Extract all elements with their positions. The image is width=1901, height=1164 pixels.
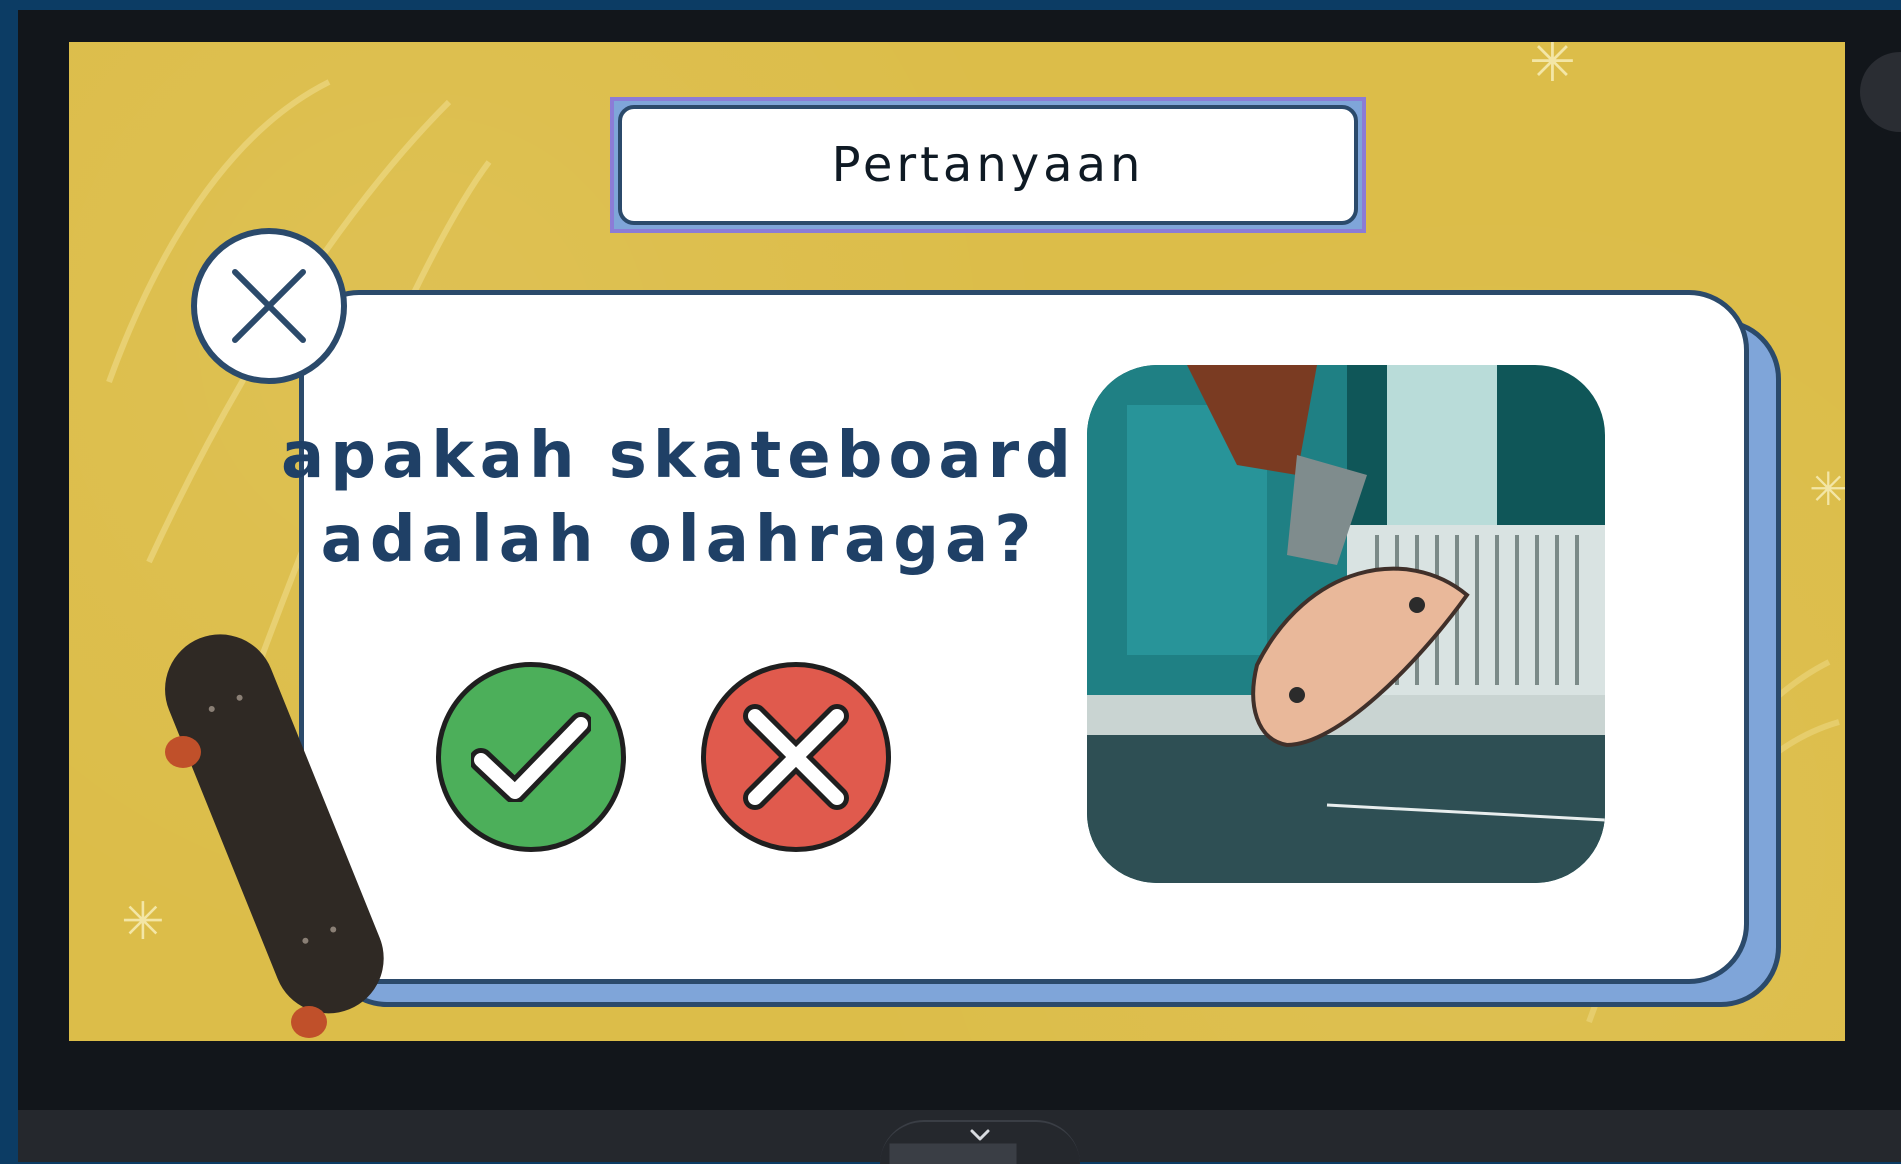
sparkle-icon: ✳	[1809, 462, 1845, 516]
checkmark-icon	[471, 712, 591, 802]
question-line-1: apakah skateboard	[281, 419, 1077, 493]
close-icon	[232, 269, 306, 343]
sparkle-icon: ✳	[1529, 42, 1576, 95]
title-box: Pertanyaan	[610, 97, 1366, 233]
slide-title: Pertanyaan	[831, 137, 1145, 193]
skateboarder-photo	[1087, 365, 1605, 883]
close-button[interactable]	[191, 228, 347, 384]
question-text: apakah skateboard adalah olahraga?	[279, 414, 1079, 582]
skateboard-illustration	[165, 634, 384, 1038]
chevron-down-icon	[970, 1129, 990, 1141]
slide-canvas: ✳ ✳ ✳ Pertanyaan apakah skateboard adala…	[69, 42, 1845, 1041]
question-line-2: adalah olahraga?	[320, 503, 1038, 577]
collapse-button[interactable]	[880, 1120, 1080, 1164]
yes-answer-button[interactable]	[436, 662, 626, 852]
cross-icon	[743, 704, 849, 810]
no-answer-button[interactable]	[701, 662, 891, 852]
